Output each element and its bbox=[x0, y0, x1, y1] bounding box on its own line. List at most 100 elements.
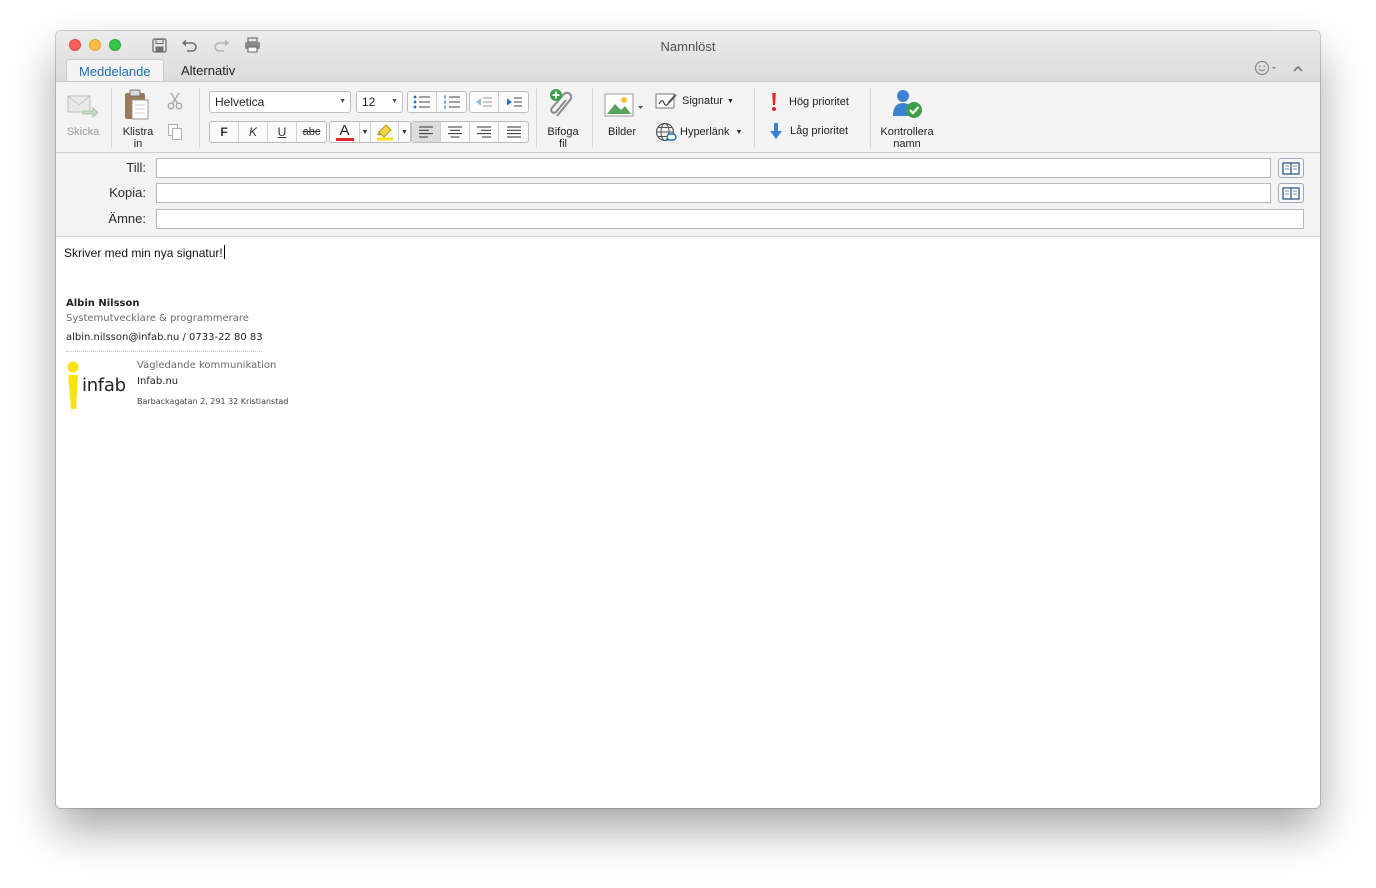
message-headers: Till: Kopia: Ämne: bbox=[56, 153, 1320, 237]
cc-field[interactable] bbox=[156, 183, 1271, 203]
high-priority-button[interactable]: Hög prioritet bbox=[769, 92, 849, 112]
ribbon-separator bbox=[199, 88, 200, 148]
chevron-down-icon: ▼ bbox=[339, 98, 346, 105]
paste-clipboard-icon bbox=[123, 89, 151, 126]
chevron-down-icon: ▼ bbox=[361, 128, 369, 136]
numbered-list-button[interactable] bbox=[437, 92, 466, 112]
check-names-icon bbox=[892, 88, 924, 125]
message-body[interactable]: Skriver med min nya signatur! Albin Nils… bbox=[56, 237, 1320, 808]
signature-divider bbox=[66, 351, 262, 352]
arrow-down-icon bbox=[770, 123, 782, 139]
justify-icon bbox=[506, 126, 521, 138]
align-right-icon bbox=[477, 126, 491, 138]
increase-indent-icon bbox=[506, 97, 522, 107]
align-left-button[interactable] bbox=[412, 122, 441, 142]
ribbon-separator bbox=[111, 88, 112, 148]
font-color-button[interactable]: A bbox=[330, 122, 360, 142]
hyperlink-button[interactable]: Hyperlänk ▼ bbox=[655, 122, 742, 142]
attach-file-button[interactable]: Bifoga fil bbox=[541, 126, 585, 150]
font-size-select[interactable]: 12 ▼ bbox=[356, 91, 403, 113]
subject-label: Ämne: bbox=[108, 211, 146, 226]
hyperlink-label: Hyperlänk bbox=[680, 126, 730, 138]
underline-button[interactable]: U bbox=[268, 122, 297, 142]
paperclip-icon bbox=[548, 88, 578, 125]
paste-button[interactable]: Klistra in bbox=[116, 126, 160, 150]
tab-alternativ[interactable]: Alternativ bbox=[169, 59, 247, 82]
cc-label: Kopia: bbox=[109, 185, 146, 200]
signature-label: Signatur bbox=[682, 95, 723, 107]
copy-icon[interactable] bbox=[167, 123, 183, 146]
exclamation-icon bbox=[772, 93, 776, 111]
ribbon-separator bbox=[592, 88, 593, 148]
increase-indent-button[interactable] bbox=[499, 92, 528, 112]
ribbon-separator bbox=[870, 88, 871, 148]
globe-link-icon bbox=[655, 122, 677, 142]
cut-icon[interactable] bbox=[167, 92, 183, 115]
signature-website-link[interactable]: Infab.nu bbox=[137, 376, 178, 387]
bullet-list-icon bbox=[413, 95, 430, 109]
highlight-dropdown[interactable]: ▼ bbox=[399, 122, 410, 142]
chevron-down-icon: ▼ bbox=[726, 97, 734, 105]
font-color-letter: A bbox=[339, 122, 350, 139]
signature-contact: albin.nilsson@infab.nu / 0733-22 80 83 bbox=[66, 332, 263, 343]
decrease-indent-button[interactable] bbox=[470, 92, 499, 112]
collapse-ribbon-icon[interactable] bbox=[1292, 62, 1304, 80]
window-title: Namnlöst bbox=[660, 39, 716, 54]
mail-compose-window: Namnlöst Meddelande Alternativ Skicka Kl… bbox=[56, 31, 1320, 808]
font-color-swatch bbox=[335, 138, 354, 141]
bullet-list-button[interactable] bbox=[408, 92, 437, 112]
align-right-button[interactable] bbox=[470, 122, 499, 142]
infab-logo: infab bbox=[66, 361, 130, 416]
signature-pen-icon bbox=[655, 93, 677, 109]
infab-logo-text: infab bbox=[82, 375, 126, 396]
signature-address: Barbackagatan 2, 291 32 Kristianstad bbox=[137, 397, 289, 406]
pictures-button[interactable]: Bilder bbox=[600, 126, 644, 138]
signature-name: Albin Nilsson bbox=[66, 298, 140, 309]
color-button-group: A ▼ ▼ bbox=[329, 121, 411, 143]
message-text[interactable]: Skriver med min nya signatur! bbox=[64, 245, 225, 260]
font-color-dropdown[interactable]: ▼ bbox=[360, 122, 371, 142]
cc-address-book-button[interactable] bbox=[1278, 183, 1304, 203]
strikethrough-button[interactable]: abc bbox=[297, 122, 326, 142]
indent-button-group bbox=[469, 91, 529, 113]
to-field[interactable] bbox=[156, 158, 1271, 178]
message-text-content: Skriver med min nya signatur! bbox=[64, 246, 223, 260]
signature-button[interactable]: Signatur ▼ bbox=[655, 92, 734, 110]
smiley-feedback-icon[interactable] bbox=[1254, 60, 1280, 81]
signature-role: Systemutvecklare & programmerare bbox=[66, 313, 249, 324]
low-priority-label: Låg prioritet bbox=[790, 125, 849, 137]
justify-button[interactable] bbox=[499, 122, 528, 142]
signature-tagline: Vägledande kommunikation bbox=[137, 360, 277, 371]
address-book-icon bbox=[1282, 161, 1300, 175]
send-button[interactable]: Skicka bbox=[62, 126, 104, 138]
ribbon-separator bbox=[754, 88, 755, 148]
align-center-button[interactable] bbox=[441, 122, 470, 142]
high-priority-label: Hög prioritet bbox=[789, 96, 849, 108]
to-address-book-button[interactable] bbox=[1278, 158, 1304, 178]
font-size-value: 12 bbox=[362, 95, 376, 109]
align-center-icon bbox=[448, 126, 462, 138]
bold-button[interactable]: F bbox=[210, 122, 239, 142]
highlight-button[interactable] bbox=[371, 122, 399, 142]
tab-meddelande[interactable]: Meddelande bbox=[66, 59, 164, 82]
subject-field[interactable] bbox=[156, 209, 1304, 229]
alignment-button-group bbox=[411, 121, 529, 143]
font-name-value: Helvetica bbox=[215, 95, 265, 109]
text-style-button-group: F K U abc bbox=[209, 121, 327, 143]
italic-button[interactable]: K bbox=[239, 122, 268, 142]
low-priority-button[interactable]: Låg prioritet bbox=[769, 122, 848, 140]
check-names-label-line2: namn bbox=[893, 138, 921, 150]
numbered-list-icon bbox=[443, 95, 460, 109]
font-name-select[interactable]: Helvetica ▼ bbox=[209, 91, 351, 113]
align-left-icon bbox=[419, 126, 433, 138]
title-bar: Namnlöst Meddelande Alternativ bbox=[56, 31, 1320, 82]
chevron-down-icon: ▼ bbox=[401, 128, 408, 136]
send-icon bbox=[67, 94, 99, 123]
highlighter-icon bbox=[376, 123, 393, 140]
attach-label-line1: Bifoga bbox=[547, 126, 579, 138]
paste-label-line1: Klistra bbox=[122, 126, 154, 138]
ribbon-separator bbox=[536, 88, 537, 148]
check-names-label-line1: Kontrollera bbox=[880, 126, 934, 138]
ribbon-toolbar: Skicka Klistra in Helvetica ▼ 12 ▼ F K U… bbox=[56, 81, 1320, 153]
check-names-button[interactable]: Kontrollera namn bbox=[874, 126, 940, 150]
